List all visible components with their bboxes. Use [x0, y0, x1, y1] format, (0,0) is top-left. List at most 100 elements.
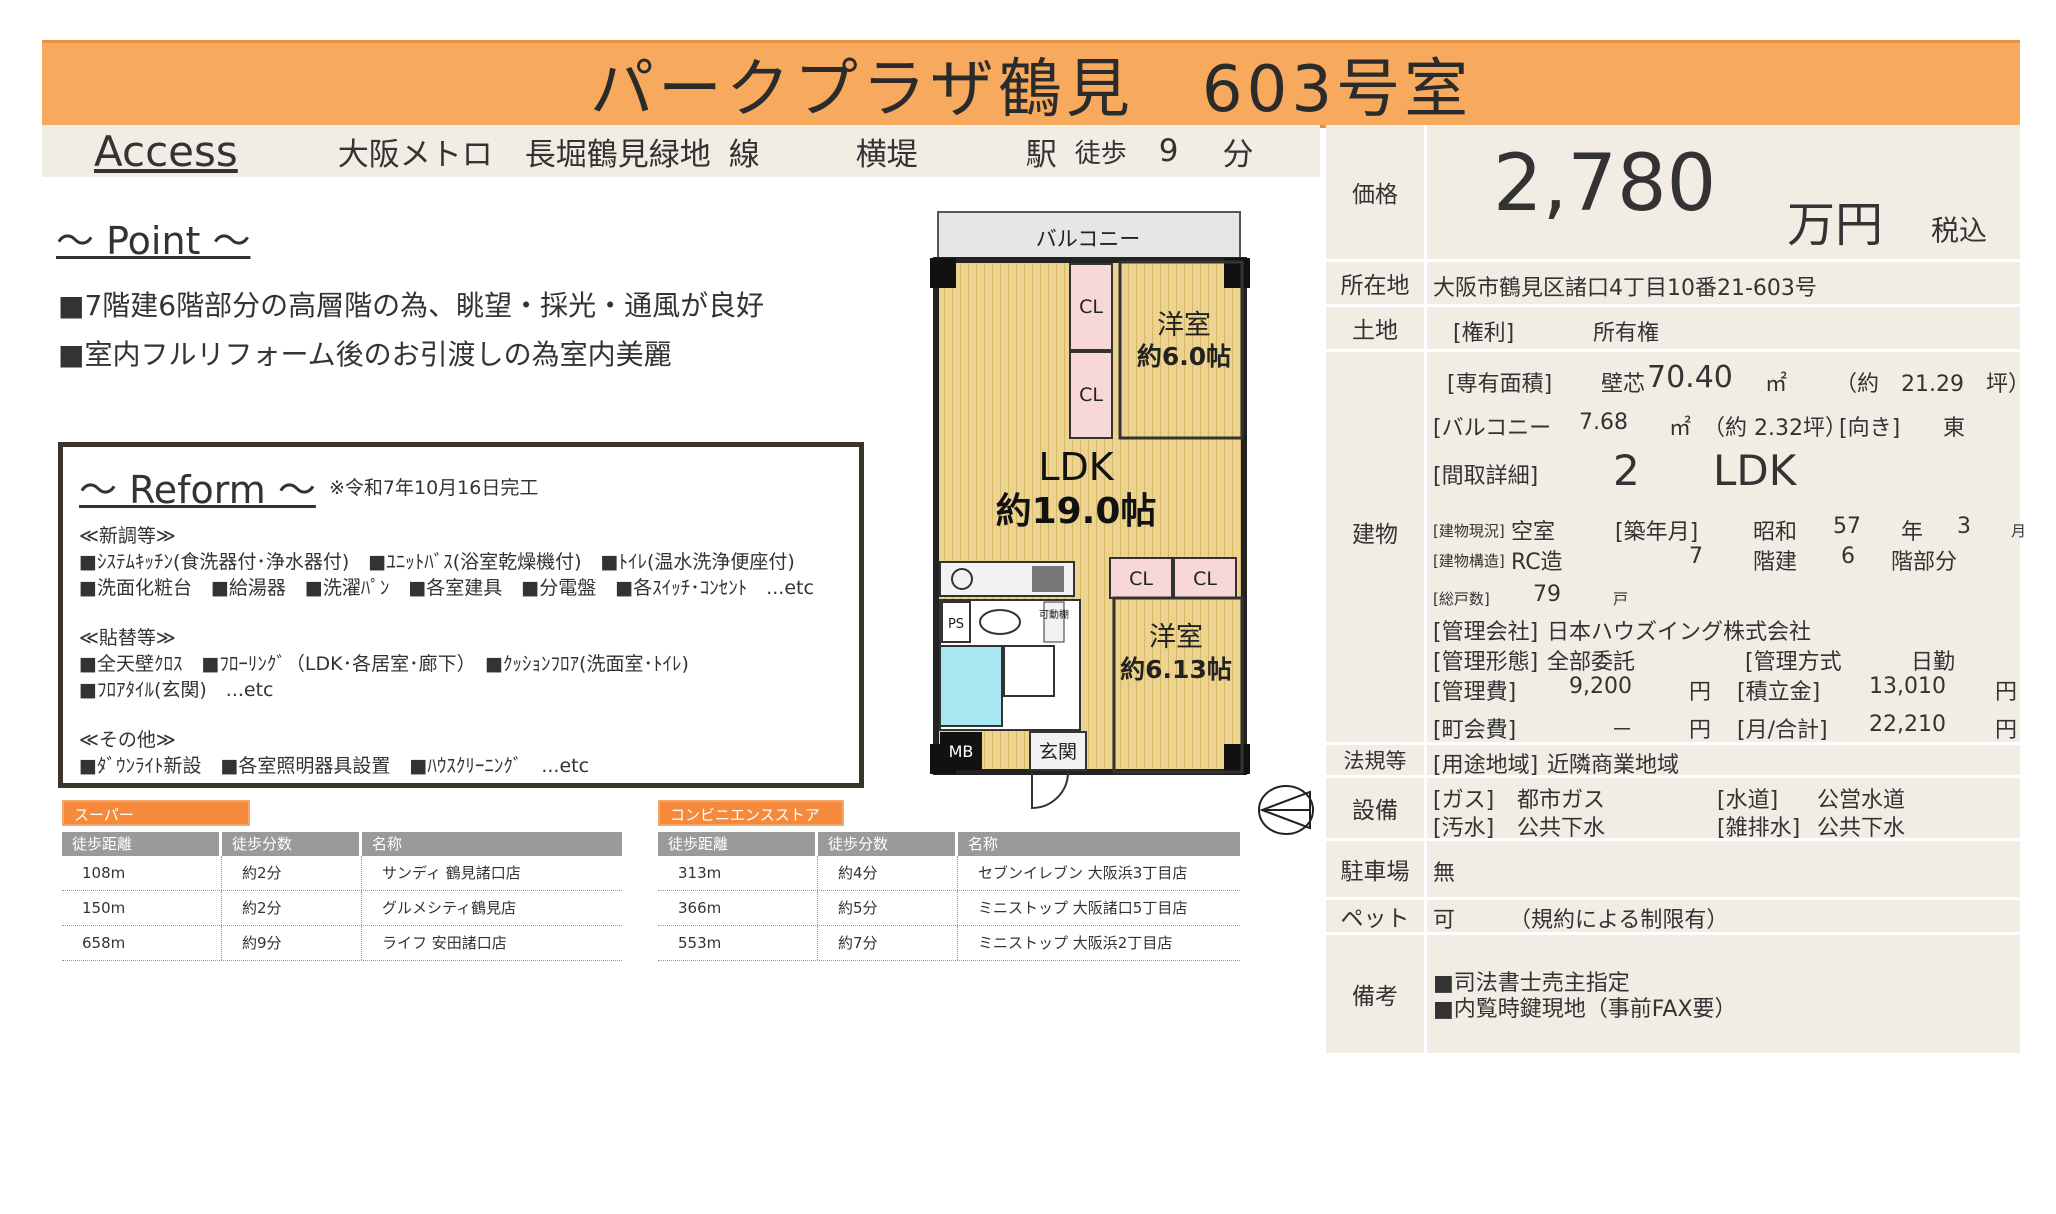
- balcony-label: バルコニー: [1036, 227, 1141, 251]
- reserve-unit: 円: [1995, 680, 2018, 705]
- table-row: 366m 約5分 ミニストップ 大阪諸口5丁目店: [658, 891, 1240, 926]
- equipment-row: 設備 [ガス] 都市ガス [水道] 公営水道 [汚水] 公共下水 [雑排水] 公…: [1326, 778, 2020, 841]
- column-nw: [930, 258, 956, 288]
- town-fee-label-cell: [1326, 712, 1427, 742]
- reform-section-new: ≪新調等≫: [79, 525, 176, 547]
- row-name: グルメシティ鶴見店: [382, 899, 517, 917]
- building-row: 建物 [専有面積] 壁芯 70.40 ㎡ （約 21.29 坪） [バルコニー …: [1326, 352, 2030, 715]
- room1-name: 洋室: [1157, 310, 1211, 341]
- supermarket-tag: スーパー: [62, 800, 250, 826]
- access-label: Access: [94, 126, 238, 176]
- address-value: 大阪市鶴見区諸口4丁目10番21-603号: [1433, 276, 1817, 301]
- table-row: 658m 約9分 ライフ 安田諸口店: [62, 926, 622, 961]
- reform-section-other: ≪その他≫: [79, 729, 176, 751]
- mgmt-fee: 9,200: [1569, 674, 1632, 699]
- reform-new-line-1: ■ｼｽﾃﾑｷｯﾁﾝ(食洗器付･浄水器付) ■ﾕﾆｯﾄﾊﾞｽ(浴室乾燥機付) ■ﾄ…: [79, 551, 795, 573]
- zoning-value: 近隣商業地域: [1547, 753, 1680, 778]
- entrance-door: [1031, 771, 1069, 810]
- floor-value: 6: [1841, 544, 1855, 569]
- price-label: 価格: [1326, 125, 1427, 259]
- reserve-label: [積立金]: [1737, 680, 1821, 705]
- land-row: 土地 [権利] 所有権: [1326, 307, 2020, 352]
- direction-label: [向き]: [1839, 416, 1901, 441]
- balcony-area: 7.68: [1579, 410, 1628, 435]
- movable-shelf-label: 可動棚: [1039, 608, 1069, 621]
- closet-4-label: CL: [1193, 568, 1217, 590]
- structure-label: [建物構造]: [1433, 552, 1505, 570]
- land-right-value: 所有権: [1593, 321, 1660, 346]
- washbasin: [1003, 645, 1055, 697]
- pet-note: （規約による制限有）: [1509, 908, 1729, 933]
- walk-label: 徒歩: [1074, 138, 1127, 169]
- mgmt-company: 日本ハウズイング株式会社: [1547, 620, 1812, 645]
- room2-size: 約6.13帖: [1120, 655, 1232, 684]
- area-tsubo: （約 21.29 坪）: [1835, 372, 2030, 397]
- area-unit: ㎡: [1765, 372, 1788, 397]
- area-value: 70.40: [1647, 360, 1733, 395]
- table-row: 313m 約4分 セブンイレブン 大阪浜3丁目店: [658, 856, 1240, 891]
- units-value: 79: [1533, 582, 1561, 607]
- status-value: 空室: [1511, 520, 1556, 545]
- drain-value: 公共下水: [1817, 816, 1906, 841]
- row-minutes: 約9分: [222, 926, 362, 960]
- built-month: 3: [1957, 514, 1971, 539]
- table-row: 553m 約7分 ミニストップ 大阪浜2丁目店: [658, 926, 1240, 961]
- price-unit: 万円: [1787, 197, 1884, 253]
- monthly-value: 22,210: [1869, 712, 1946, 737]
- supermarket-table: スーパー 徒歩距離 徒歩分数 名称 108m 約2分 サンディ 鶴見諸口店 15…: [62, 800, 622, 961]
- sewage-label: [汚水]: [1433, 816, 1495, 841]
- header-distance: 徒歩距離: [658, 832, 818, 856]
- law-row: 法規等 [用途地域] 近隣商業地域: [1326, 745, 2020, 778]
- monthly-unit: 円: [1995, 718, 2018, 743]
- reform-new-line-2: ■洗面化粧台 ■給湯器 ■洗濯ﾊﾟﾝ ■各室建具 ■分電盤 ■各ｽｲｯﾁ･ｺﾝｾ…: [79, 577, 814, 599]
- parking-label: 駐車場: [1326, 841, 1427, 897]
- area-wall: 壁芯: [1601, 372, 1646, 397]
- header-minutes: 徒歩分数: [222, 832, 362, 856]
- law-label: 法規等: [1326, 745, 1427, 775]
- town-fee-label: [町会費]: [1433, 718, 1517, 743]
- line-suffix: 線: [728, 136, 760, 173]
- price-value: 2,780: [1493, 139, 1717, 229]
- convenience-header: 徒歩距離 徒歩分数 名称: [658, 832, 1240, 856]
- point-line-2: ■室内フルリフォーム後のお引渡しの為室内美麗: [58, 338, 672, 371]
- closet-3-label: CL: [1129, 568, 1153, 590]
- address-row: 所在地 大阪市鶴見区諸口4丁目10番21-603号: [1326, 262, 2020, 307]
- station-name: 横堤: [855, 136, 918, 173]
- status-label: [建物現況]: [1433, 522, 1505, 540]
- sewage-value: 公共下水: [1517, 816, 1606, 841]
- units-label: [総戸数]: [1433, 590, 1490, 608]
- drain-label: [雑排水]: [1717, 816, 1801, 841]
- closet-1-label: CL: [1079, 296, 1103, 318]
- row-distance: 658m: [62, 926, 222, 960]
- supermarket-header: 徒歩距離 徒歩分数 名称: [62, 832, 622, 856]
- monthly-label: [月/合計]: [1737, 718, 1828, 743]
- bathtub: [939, 645, 1003, 727]
- ldk-size: 約19.0帖: [996, 491, 1157, 532]
- building-label: 建物: [1326, 352, 1427, 712]
- property-title: パークプラザ鶴見 603号室: [589, 53, 1473, 127]
- toilet: [979, 609, 1021, 635]
- walk-minutes: 9: [1158, 133, 1179, 169]
- row-name: ミニストップ 大阪諸口5丁目店: [978, 899, 1188, 917]
- town-fee-value: －: [1611, 718, 1634, 743]
- balcony-label: [バルコニー: [1433, 416, 1552, 441]
- layout-label: [間取詳細]: [1433, 464, 1539, 489]
- mgmt-fee-unit: 円: [1689, 680, 1712, 705]
- point-line-1: ■7階建6階部分の高層階の為、眺望・採光・通風が良好: [58, 289, 765, 322]
- row-minutes: 約4分: [818, 856, 958, 890]
- row-distance: 108m: [62, 856, 222, 890]
- table-row: 150m 約2分 グルメシティ鶴見店: [62, 891, 622, 926]
- built-label: [築年月]: [1615, 520, 1699, 545]
- pet-value: 可: [1433, 908, 1456, 933]
- column-ne2: [1224, 744, 1250, 774]
- floor-plan: バルコニー CL CL 洋室 約6.0帖 LDK 約19.0帖 CL CL 洋室…: [930, 211, 1250, 810]
- town-fee-row: [町会費] － 円 [月/合計] 22,210 円: [1326, 712, 2020, 745]
- movable-shelf: [1043, 601, 1065, 643]
- closet-2-label: CL: [1079, 384, 1103, 406]
- row-distance: 366m: [658, 891, 818, 925]
- area-label: [専有面積]: [1447, 372, 1553, 397]
- convenience-tag: コンビニエンスストア: [658, 800, 844, 826]
- built-year-unit: 年: [1901, 520, 1924, 545]
- row-minutes: 約5分: [818, 891, 958, 925]
- direction-value: 東: [1943, 416, 1966, 441]
